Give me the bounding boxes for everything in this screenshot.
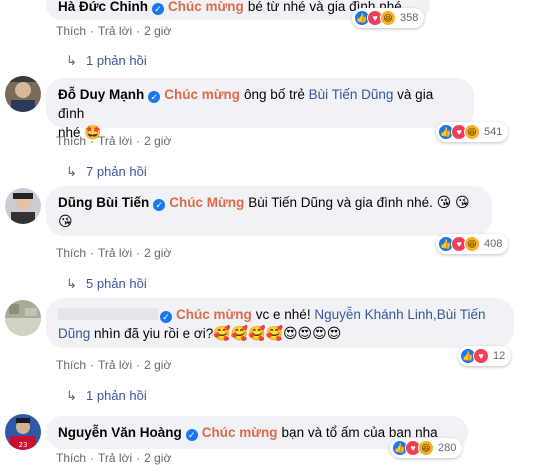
smiling-hearts-emoji-icon: 🥰🥰🥰🥰😍😍😍😍 [213,325,342,341]
comment-text: vc e nhé! [255,307,311,322]
verified-badge-icon: ✓ [152,3,165,15]
author-name[interactable]: Dũng Bùi Tiến [58,195,149,210]
avatar-image: 23 [5,414,41,450]
comment-text: ông bố trẻ [244,87,305,102]
celebration-tag[interactable]: Chúc Mừng [169,195,244,210]
like-link[interactable]: Thích [56,24,86,38]
haha-reaction-icon: 😆 [380,10,396,26]
comment-actions: Thích · Trả lời · 2 giờ [56,24,172,38]
reaction-summary[interactable]: 👍 ♥ 12 [458,346,512,366]
celebration-tag[interactable]: Chúc mừng [202,425,278,440]
author-name-redacted[interactable] [58,308,158,320]
reaction-count: 541 [484,126,503,138]
love-reaction-icon: ♥ [473,348,489,364]
comment-actions: Thích · Trả lời · 2 giờ [56,358,172,372]
reply-arrow-icon: ↳ [66,388,77,403]
avatar[interactable] [5,300,41,336]
kiss-emoji-icon: 😘 [436,194,452,210]
mention-link[interactable]: Dũng [58,326,90,341]
view-replies-link[interactable]: ↳ 1 phản hồi [66,53,147,69]
avatar-image [5,188,41,224]
author-name[interactable]: Đỗ Duy Mạnh [58,87,144,102]
reaction-summary[interactable]: 👍 ♥ 😆 408 [436,234,509,254]
avatar[interactable] [5,76,41,112]
celebration-tag[interactable]: Chúc mừng [164,87,240,102]
like-link[interactable]: Thích [56,246,86,260]
view-replies-link[interactable]: ↳ 7 phản hồi [66,164,147,180]
timestamp[interactable]: 2 giờ [144,246,171,260]
verified-badge-icon: ✓ [160,311,172,323]
timestamp[interactable]: 2 giờ [144,358,171,372]
kiss-emoji-icon: 😘 [58,213,73,229]
avatar-image [5,76,41,112]
reaction-summary[interactable]: 👍 ♥ 😆 358 [352,8,425,28]
reaction-count: 12 [493,350,506,362]
comment-bubble: Dũng Bùi Tiến ✓ Chúc Mừng Bùi Tiến Dũng và … [46,186,492,236]
celebration-tag[interactable]: Chúc mừng [168,0,244,14]
mention-link[interactable]: Bùi Tiến Dũng [309,87,394,102]
reply-link[interactable]: Trả lời [98,451,132,465]
reply-link[interactable]: Trả lời [98,134,132,148]
comment-actions: Thích · Trả lời · 2 giờ [56,246,172,260]
timestamp[interactable]: 2 giờ [144,134,171,148]
comment-bubble: ✓ Chúc mừng vc e nhé! Nguyễn Khánh Linh,Bù… [46,298,514,348]
timestamp[interactable]: 2 giờ [144,24,171,38]
comment-text: Bùi Tiến Dũng và gia đình nhé. [248,195,433,210]
view-replies-link[interactable]: ↳ 1 phản hồi [66,388,147,404]
reply-link[interactable]: Trả lời [98,358,132,372]
celebration-tag[interactable]: Chúc mừng [176,307,252,322]
verified-badge-icon: ✓ [185,429,198,441]
like-link[interactable]: Thích [56,134,86,148]
reaction-count: 408 [484,238,503,250]
reaction-count: 358 [400,12,419,24]
comment-actions: Thích · Trả lời · 2 giờ [56,134,172,148]
haha-reaction-icon: 😆 [464,124,480,140]
avatar[interactable] [5,188,41,224]
avatar[interactable]: 23 [5,414,41,450]
mention-link[interactable]: Nguyễn Khánh Linh,Bùi Tiến [314,307,485,322]
reaction-count: 280 [438,442,457,454]
view-replies-link[interactable]: ↳ 5 phản hồi [66,276,147,292]
reply-link[interactable]: Trả lời [98,246,132,260]
author-name[interactable]: Nguyễn Văn Hoàng [58,425,182,440]
haha-reaction-icon: 😆 [464,236,480,252]
like-link[interactable]: Thích [56,358,86,372]
kiss-emoji-icon: 😘 [455,194,470,210]
svg-text:23: 23 [19,441,28,449]
reply-arrow-icon: ↳ [66,276,77,291]
reply-arrow-icon: ↳ [66,53,77,68]
timestamp[interactable]: 2 giờ [144,451,171,465]
comment-actions: Thích · Trả lời · 2 giờ [56,451,172,465]
comment-bubble: Đỗ Duy Mạnh ✓ Chúc mừng ông bố trẻ Bùi Tiến… [46,78,474,140]
reply-arrow-icon: ↳ [66,164,77,179]
verified-badge-icon: ✓ [148,91,161,103]
avatar-image [5,300,41,336]
verified-badge-icon: ✓ [153,199,166,211]
like-link[interactable]: Thích [56,451,86,465]
haha-reaction-icon: 😆 [418,440,434,456]
author-name[interactable]: Hà Đức Chinh [58,0,148,14]
reaction-summary[interactable]: 👍 ♥ 😆 541 [436,122,509,142]
reaction-summary[interactable]: 👍 ♥ 😆 280 [390,438,463,458]
reply-link[interactable]: Trả lời [98,24,132,38]
